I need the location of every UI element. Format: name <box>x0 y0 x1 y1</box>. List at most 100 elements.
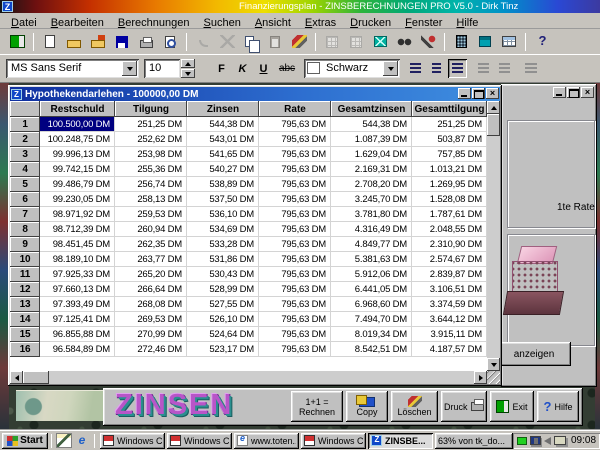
cell-gesamttilgung[interactable]: 1.269,95 DM <box>412 177 487 192</box>
font-size-combo[interactable]: 10 <box>144 59 180 78</box>
row-number[interactable]: 7 <box>10 207 40 222</box>
cell-restschuld[interactable]: 97.125,41 DM <box>40 312 115 327</box>
help-icon[interactable] <box>531 32 553 52</box>
scroll-right-button[interactable] <box>474 371 487 384</box>
cell-restschuld[interactable]: 98.451,45 DM <box>40 237 115 252</box>
cell-tilgung[interactable]: 266,64 DM <box>115 282 187 297</box>
cell-restschuld[interactable]: 100.500,00 DM <box>40 117 115 132</box>
row-number[interactable]: 16 <box>10 342 40 357</box>
cell-gesamttilgung[interactable]: 757,85 DM <box>412 147 487 162</box>
cell-tilgung[interactable]: 255,36 DM <box>115 162 187 177</box>
cell-zinsen[interactable]: 540,27 DM <box>187 162 259 177</box>
cell-rate[interactable]: 795,63 DM <box>259 342 331 357</box>
column-header[interactable]: Rate <box>259 101 331 117</box>
align-right-button[interactable] <box>448 59 467 78</box>
table-row[interactable]: 14 97.125,41 DM 269,53 DM 526,10 DM 795,… <box>10 312 487 327</box>
row-number[interactable]: 11 <box>10 267 40 282</box>
find-icon[interactable] <box>393 32 415 52</box>
cell-restschuld[interactable]: 99.996,13 DM <box>40 147 115 162</box>
taskbar-task[interactable]: ZINSBE... <box>368 433 433 449</box>
menu-item[interactable]: Extras <box>298 16 343 29</box>
font-color-combo[interactable]: Schwarz <box>304 59 400 78</box>
status-led-icon[interactable] <box>517 437 527 445</box>
cell-gesamtzinsen[interactable]: 544,38 DM <box>331 117 412 132</box>
cell-zinsen[interactable]: 537,50 DM <box>187 192 259 207</box>
cell-restschuld[interactable]: 97.393,49 DM <box>40 297 115 312</box>
grid-icon[interactable] <box>321 32 343 52</box>
table-row[interactable]: 7 98.971,92 DM 259,53 DM 536,10 DM 795,6… <box>10 207 487 222</box>
cell-gesamtzinsen[interactable]: 1.087,39 DM <box>331 132 412 147</box>
cell-gesamtzinsen[interactable]: 2.169,31 DM <box>331 162 412 177</box>
cell-restschuld[interactable]: 97.925,33 DM <box>40 267 115 282</box>
indent-increase-button[interactable] <box>495 59 514 78</box>
column-header[interactable]: Gesamttilgung <box>412 101 487 117</box>
cell-gesamtzinsen[interactable]: 5.381,63 DM <box>331 252 412 267</box>
panel-icon[interactable] <box>474 32 496 52</box>
cell-zinsen[interactable]: 536,10 DM <box>187 207 259 222</box>
table-row[interactable]: 15 96.855,88 DM 270,99 DM 524,64 DM 795,… <box>10 327 487 342</box>
cell-rate[interactable]: 795,63 DM <box>259 177 331 192</box>
cell-gesamttilgung[interactable]: 1.787,61 DM <box>412 207 487 222</box>
erase-icon[interactable] <box>288 32 310 52</box>
color-combo-arrow[interactable] <box>383 61 398 76</box>
table-icon[interactable] <box>498 32 520 52</box>
cell-zinsen[interactable]: 534,69 DM <box>187 222 259 237</box>
quick-launch-ie-icon[interactable]: e <box>74 433 90 448</box>
table-row[interactable]: 9 98.451,45 DM 262,35 DM 533,28 DM 795,6… <box>10 237 487 252</box>
exit-button[interactable]: Exit <box>490 391 534 422</box>
table-row[interactable]: 2 100.248,75 DM 252,62 DM 543,01 DM 795,… <box>10 132 487 147</box>
cell-rate[interactable]: 795,63 DM <box>259 267 331 282</box>
menu-item[interactable]: Datei <box>4 16 44 29</box>
undo-icon[interactable] <box>192 32 214 52</box>
cell-restschuld[interactable]: 97.660,13 DM <box>40 282 115 297</box>
cell-zinsen[interactable]: 533,28 DM <box>187 237 259 252</box>
anzeigen-button[interactable]: anzeigen <box>497 342 571 366</box>
cell-tilgung[interactable]: 265,20 DM <box>115 267 187 282</box>
cell-gesamttilgung[interactable]: 3.106,51 DM <box>412 282 487 297</box>
row-number[interactable]: 5 <box>10 177 40 192</box>
line-spacing-button[interactable] <box>521 59 540 78</box>
cell-zinsen[interactable]: 543,01 DM <box>187 132 259 147</box>
table-window-title-bar[interactable]: Z Hypothekendarlehen - 100000,00 DM × <box>10 87 500 101</box>
cell-restschuld[interactable]: 99.230,05 DM <box>40 192 115 207</box>
cell-gesamtzinsen[interactable]: 3.245,70 DM <box>331 192 412 207</box>
spin-down-button[interactable] <box>181 69 195 78</box>
horizontal-scrollbar[interactable] <box>10 371 487 384</box>
cell-zinsen[interactable]: 544,38 DM <box>187 117 259 132</box>
column-header[interactable]: Tilgung <box>115 101 187 117</box>
network-icon[interactable] <box>554 436 566 445</box>
cell-rate[interactable]: 795,63 DM <box>259 132 331 147</box>
row-number[interactable]: 10 <box>10 252 40 267</box>
cell-zinsen[interactable]: 528,99 DM <box>187 282 259 297</box>
open-data-icon[interactable] <box>87 32 109 52</box>
grid2-icon[interactable] <box>345 32 367 52</box>
paste-icon[interactable] <box>264 32 286 52</box>
table-row[interactable]: 11 97.925,33 DM 265,20 DM 530,43 DM 795,… <box>10 267 487 282</box>
menu-item[interactable]: Bearbeiten <box>44 16 111 29</box>
menu-item[interactable]: Fenster <box>398 16 449 29</box>
cell-gesamttilgung[interactable]: 2.048,55 DM <box>412 222 487 237</box>
align-left-button[interactable] <box>406 59 425 78</box>
taskbar-task[interactable]: Windows C... <box>100 433 165 449</box>
cell-tilgung[interactable]: 268,08 DM <box>115 297 187 312</box>
table-row[interactable]: 6 99.230,05 DM 258,13 DM 537,50 DM 795,6… <box>10 192 487 207</box>
table-row[interactable]: 4 99.742,15 DM 255,36 DM 540,27 DM 795,6… <box>10 162 487 177</box>
cell-tilgung[interactable]: 272,46 DM <box>115 342 187 357</box>
cell-rate[interactable]: 795,63 DM <box>259 192 331 207</box>
italic-button[interactable]: K <box>233 59 252 78</box>
open-icon[interactable] <box>63 32 85 52</box>
cell-gesamtzinsen[interactable]: 3.781,80 DM <box>331 207 412 222</box>
cell-zinsen[interactable]: 531,86 DM <box>187 252 259 267</box>
taskbar-task[interactable]: Windows C... <box>167 433 232 449</box>
vertical-scroll-thumb[interactable] <box>487 114 500 136</box>
close-button[interactable]: × <box>581 87 594 98</box>
cell-restschuld[interactable]: 100.248,75 DM <box>40 132 115 147</box>
taskbar-clock[interactable]: 09:08 <box>569 435 596 446</box>
table-row[interactable]: 10 98.189,10 DM 263,77 DM 531,86 DM 795,… <box>10 252 487 267</box>
cell-zinsen[interactable]: 526,10 DM <box>187 312 259 327</box>
cell-gesamtzinsen[interactable]: 5.912,06 DM <box>331 267 412 282</box>
cell-tilgung[interactable]: 269,53 DM <box>115 312 187 327</box>
table-row[interactable]: 12 97.660,13 DM 266,64 DM 528,99 DM 795,… <box>10 282 487 297</box>
cut-icon[interactable] <box>216 32 238 52</box>
cell-gesamttilgung[interactable]: 2.839,87 DM <box>412 267 487 282</box>
